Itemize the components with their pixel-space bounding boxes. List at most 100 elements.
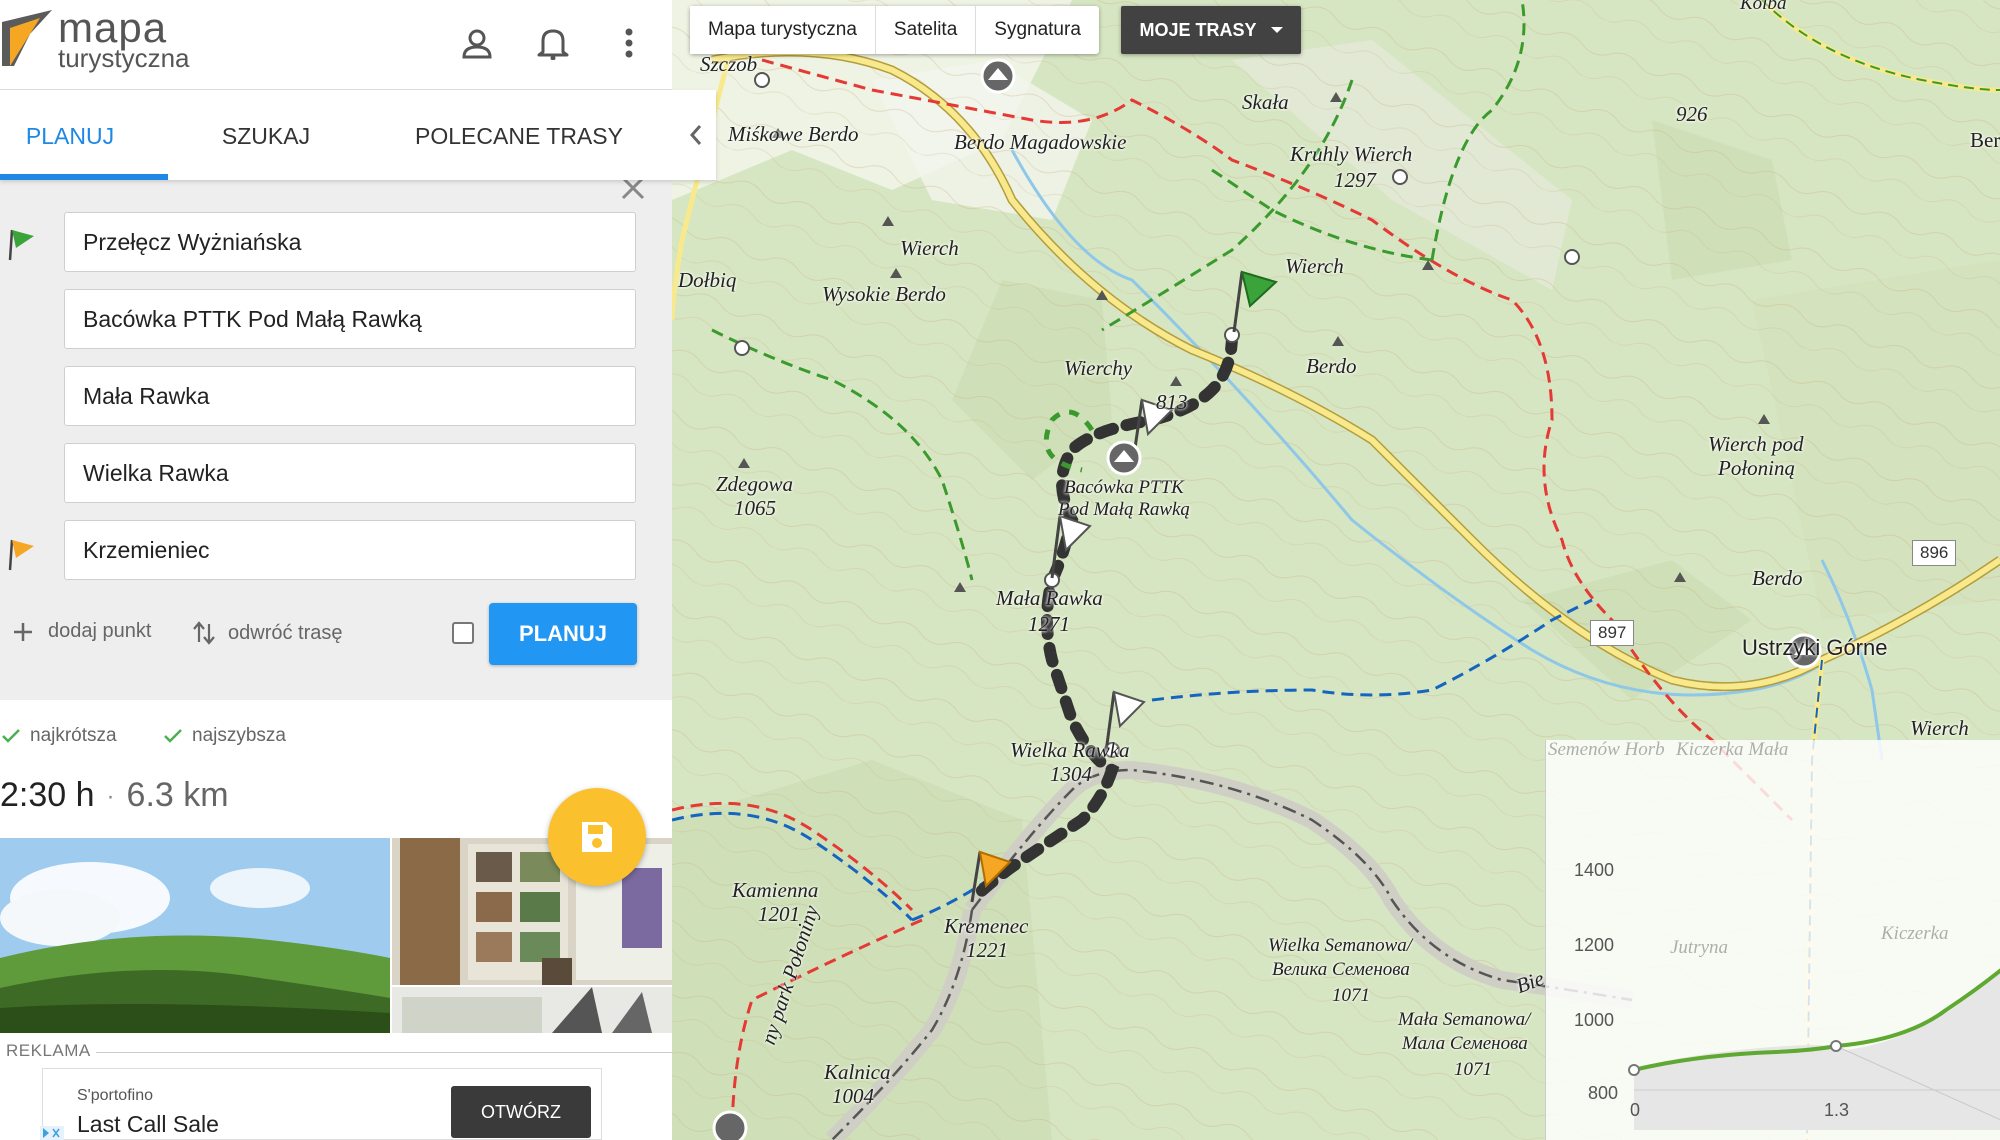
map-label: 1297 bbox=[1334, 168, 1376, 192]
map-label: Kremenec bbox=[944, 914, 1029, 938]
map-label: 1071 bbox=[1332, 985, 1370, 1006]
map-label: 1221 bbox=[966, 938, 1008, 962]
ad-divider bbox=[96, 1052, 672, 1053]
elevation-y-tick: 800 bbox=[1588, 1083, 1619, 1103]
hut-marker[interactable] bbox=[980, 58, 1016, 94]
option-fastest-label: najszybsza bbox=[192, 725, 286, 746]
reverse-route-button[interactable]: odwróć trasę bbox=[192, 620, 343, 646]
option-shortest-label: najkrótsza bbox=[30, 725, 117, 746]
elevation-bg-label: Semenów Horb bbox=[1548, 739, 1665, 760]
map-type-switcher: Mapa turystyczna Satelita Sygnatura bbox=[690, 6, 1099, 54]
map-label: 1271 bbox=[1028, 612, 1070, 636]
save-route-button[interactable] bbox=[548, 788, 646, 886]
save-icon bbox=[582, 822, 612, 852]
active-tab-indicator bbox=[0, 174, 168, 180]
map-label: Pod Małą Rawką bbox=[1058, 499, 1190, 520]
swap-vert-icon bbox=[193, 621, 215, 645]
map-label: Miśkowe Berdo bbox=[728, 122, 859, 146]
map-label: Berdo Magadowskie bbox=[954, 130, 1127, 154]
tab-szukaj[interactable]: SZUKAJ bbox=[196, 90, 336, 180]
map-label: 813 bbox=[1156, 390, 1188, 414]
tab-polecane-trasy[interactable]: POLECANE TRASY bbox=[390, 90, 648, 180]
user-icon[interactable] bbox=[454, 20, 500, 66]
plus-icon bbox=[14, 622, 32, 641]
collapse-panel-button[interactable] bbox=[676, 90, 716, 180]
summary-separator: · bbox=[106, 783, 115, 811]
logo-line2: turystyczna bbox=[58, 43, 190, 73]
map-label: Mała Semanowa/ bbox=[1398, 1009, 1531, 1030]
ad-choices-icon[interactable] bbox=[40, 1126, 64, 1140]
app-logo[interactable]: mapa turystyczna bbox=[0, 4, 200, 76]
route-point-input[interactable]: Wielka Rawka bbox=[64, 443, 636, 503]
map-label: Kalnica bbox=[824, 1060, 891, 1084]
my-routes-label: MOJE TRASY bbox=[1139, 19, 1257, 40]
map-label: 1071 bbox=[1454, 1059, 1492, 1080]
map-label: Dołbiq bbox=[678, 268, 737, 292]
map-label: Skała bbox=[1242, 90, 1289, 114]
map-label: Bacówka PTTK bbox=[1064, 477, 1184, 498]
route-point-input[interactable]: Krzemieniec bbox=[64, 520, 636, 580]
map-label: Szczob bbox=[700, 52, 758, 76]
town-label: Ustrzyki Górne bbox=[1742, 635, 1888, 660]
check-icon bbox=[164, 729, 182, 743]
map-label: Połoniną bbox=[1718, 456, 1795, 480]
route-photo[interactable] bbox=[0, 838, 390, 1033]
map-type-tourist[interactable]: Mapa turystyczna bbox=[690, 6, 876, 54]
hut-marker[interactable] bbox=[712, 1110, 748, 1140]
map-type-signature[interactable]: Sygnatura bbox=[976, 6, 1099, 54]
road-number-badge: 897 bbox=[1590, 620, 1635, 646]
ad-title: Last Call Sale bbox=[77, 1111, 219, 1137]
map-type-satellite[interactable]: Satelita bbox=[876, 6, 977, 54]
route-photo[interactable] bbox=[392, 987, 672, 1033]
app-root: Szczob Miśkowe Berdo Berdo Magadowskie S… bbox=[0, 0, 2000, 1140]
option-checkbox[interactable] bbox=[452, 622, 474, 644]
elevation-y-tick: 1200 bbox=[1574, 935, 1615, 955]
map-label: 1304 bbox=[1050, 762, 1092, 786]
route-point-input[interactable]: Mała Rawka bbox=[64, 366, 636, 426]
map-label: Berdo bbox=[1752, 566, 1803, 590]
elevation-bg-label: Kiczerka bbox=[1881, 923, 1949, 944]
bell-icon[interactable] bbox=[530, 20, 576, 66]
ad-brand: S'portofino bbox=[77, 1087, 153, 1104]
elevation-x-tick: 0 bbox=[1630, 1100, 1641, 1120]
ad-label: REKLAMA bbox=[6, 1041, 91, 1060]
road-number-badge: 896 bbox=[1912, 540, 1957, 566]
elevation-y-tick: 1000 bbox=[1574, 1010, 1615, 1030]
option-shortest[interactable]: najkrótsza bbox=[2, 725, 117, 747]
map-label: Kolba bbox=[1740, 0, 1787, 14]
map-view[interactable]: Szczob Miśkowe Berdo Berdo Magadowskie S… bbox=[672, 0, 2000, 1140]
ad-banner[interactable]: S'portofino Last Call Sale OTWÓRZ bbox=[42, 1068, 602, 1140]
route-point-input[interactable]: Przełęcz Wyżniańska bbox=[64, 212, 636, 272]
my-routes-button[interactable]: MOJE TRASY bbox=[1121, 6, 1301, 54]
map-label: Wysokie Berdo bbox=[822, 282, 946, 306]
ad-open-button[interactable]: OTWÓRZ bbox=[451, 1086, 591, 1138]
hut-marker[interactable] bbox=[1106, 440, 1142, 476]
chevron-left-icon bbox=[689, 125, 702, 145]
map-label: Wierch bbox=[1285, 254, 1344, 278]
map-label: Mała Rawka bbox=[996, 586, 1103, 610]
tab-planuj[interactable]: PLANUJ bbox=[0, 90, 140, 180]
plan-button[interactable]: PLANUJ bbox=[489, 603, 637, 665]
option-fastest[interactable]: najszybsza bbox=[164, 725, 286, 747]
elevation-y-tick: 1400 bbox=[1574, 860, 1615, 880]
check-icon bbox=[2, 729, 20, 743]
start-flag-icon bbox=[8, 229, 34, 261]
add-point-button[interactable]: dodaj punkt bbox=[12, 620, 151, 643]
elevation-bg-label: Kiczerka Mała bbox=[1676, 739, 1789, 760]
elevation-x-tick: 1.3 bbox=[1824, 1100, 1850, 1120]
more-vert-icon[interactable] bbox=[606, 20, 652, 66]
map-label: 1065 bbox=[734, 496, 776, 520]
reverse-route-label: odwróć trasę bbox=[228, 621, 343, 644]
map-label: Wierch bbox=[1910, 716, 1969, 740]
map-label: 1004 bbox=[832, 1084, 874, 1108]
map-label: Kruhly Wierch bbox=[1290, 142, 1413, 166]
map-label: Wierch pod bbox=[1708, 432, 1804, 456]
route-time: 2:30 h bbox=[0, 776, 95, 814]
route-point-input[interactable]: Bacówka PTTK Pod Małą Rawką bbox=[64, 289, 636, 349]
elevation-profile[interactable]: 1400 1200 1000 800 0 1.3 Semenów Horb Ki… bbox=[1545, 739, 2000, 1140]
end-flag-icon bbox=[8, 539, 34, 571]
app-header: mapa turystyczna bbox=[0, 0, 672, 90]
map-label: Мала Семенова bbox=[1402, 1033, 1528, 1054]
map-label: Велика Семенова bbox=[1272, 959, 1410, 980]
route-summary: 2:30 h · 6.3 km bbox=[0, 776, 229, 815]
